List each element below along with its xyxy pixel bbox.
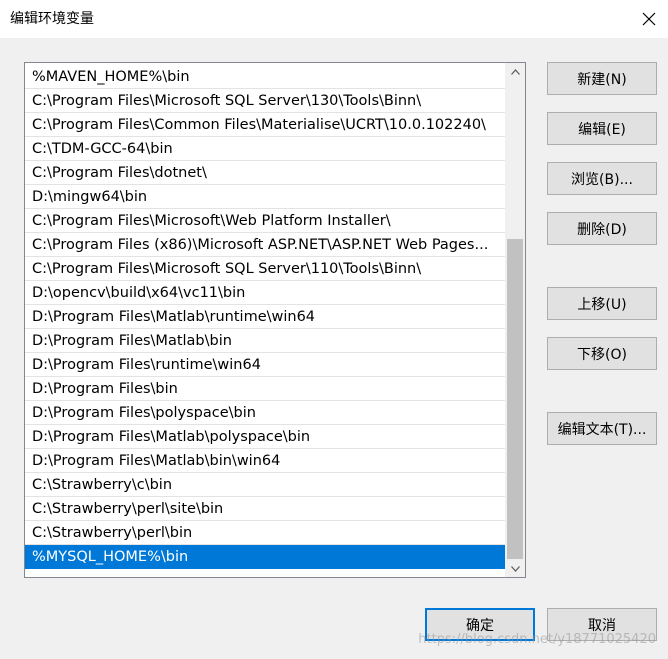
delete-button[interactable]: 删除(D)	[547, 212, 657, 245]
path-list-item[interactable]: C:\Program Files\Common Files\Materialis…	[25, 113, 506, 137]
scroll-thumb[interactable]	[507, 239, 523, 559]
path-list-item[interactable]: C:\Program Files\Microsoft\Web Platform …	[25, 209, 506, 233]
path-list-item[interactable]: C:\Strawberry\c\bin	[25, 473, 506, 497]
edit-button[interactable]: 编辑(E)	[547, 112, 657, 145]
path-list-item[interactable]: C:\Program Files\dotnet\	[25, 161, 506, 185]
new-button[interactable]: 新建(N)	[547, 62, 657, 95]
path-list-item[interactable]: C:\Strawberry\perl\site\bin	[25, 497, 506, 521]
path-list: %MAVEN_HOME%\bin C:\Program Files\Microso…	[25, 65, 506, 569]
scroll-up-arrow[interactable]	[505, 63, 525, 80]
window-title: 编辑环境变量	[10, 11, 94, 27]
path-list-item[interactable]: C:\Program Files\Microsoft SQL Server\11…	[25, 257, 506, 281]
path-list-item[interactable]: C:\Program Files (x86)\Microsoft ASP.NET…	[25, 233, 506, 257]
close-icon	[642, 12, 656, 26]
path-list-item[interactable]: D:\Program Files\runtime\win64	[25, 353, 506, 377]
close-button[interactable]	[634, 4, 664, 34]
path-listbox[interactable]: %MAVEN_HOME%\bin C:\Program Files\Microso…	[24, 62, 526, 578]
path-list-item[interactable]: D:\mingw64\bin	[25, 185, 506, 209]
move-up-button[interactable]: 上移(U)	[547, 287, 657, 320]
edit-text-button[interactable]: 编辑文本(T)...	[547, 412, 657, 445]
path-list-item[interactable]: C:\TDM-GCC-64\bin	[25, 137, 506, 161]
browse-button[interactable]: 浏览(B)...	[547, 162, 657, 195]
path-list-item[interactable]: D:\Program Files\Matlab\bin	[25, 329, 506, 353]
path-list-item[interactable]: D:\Program Files\Matlab\runtime\win64	[25, 305, 506, 329]
path-list-item[interactable]: D:\Program Files\polyspace\bin	[25, 401, 506, 425]
edit-env-var-dialog: 编辑环境变量 %MAVEN_HOME%\bin C:\Program Files\…	[0, 0, 668, 659]
path-list-item[interactable]: %MAVEN_HOME%\bin	[25, 65, 506, 89]
title-bar: 编辑环境变量	[0, 0, 668, 38]
path-list-item[interactable]: C:\Program Files\Microsoft SQL Server\13…	[25, 89, 506, 113]
scroll-down-arrow[interactable]	[505, 560, 525, 577]
watermark: https://blog.csdn.net/y18771025420	[418, 632, 656, 647]
move-down-button[interactable]: 下移(O)	[547, 337, 657, 370]
chevron-down-icon	[510, 565, 520, 572]
path-list-item[interactable]: D:\Program Files\bin	[25, 377, 506, 401]
path-list-item[interactable]: %MYSQL_HOME%\bin	[25, 545, 506, 569]
path-list-item[interactable]: D:\Program Files\Matlab\polyspace\bin	[25, 425, 506, 449]
vertical-scrollbar[interactable]	[505, 63, 525, 577]
path-list-item[interactable]: C:\Strawberry\perl\bin	[25, 521, 506, 545]
path-list-item[interactable]: D:\opencv\build\x64\vc11\bin	[25, 281, 506, 305]
path-list-item[interactable]: D:\Program Files\Matlab\bin\win64	[25, 449, 506, 473]
chevron-up-icon	[510, 68, 520, 75]
